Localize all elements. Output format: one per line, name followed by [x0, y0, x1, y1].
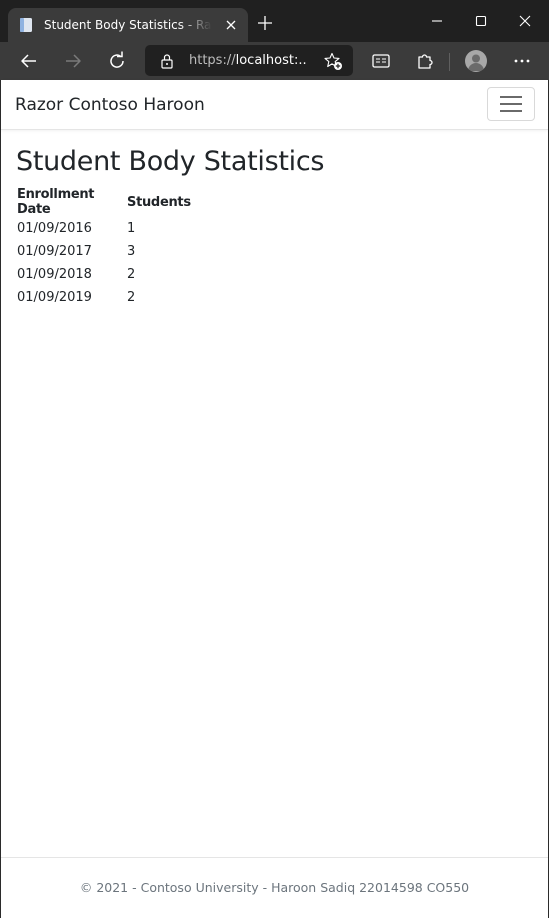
cell-enrollment-date: 01/09/2018 — [17, 267, 92, 282]
cell-enrollment-date: 01/09/2017 — [17, 244, 92, 259]
arrow-right-icon[interactable] — [63, 51, 83, 71]
window-border-left — [0, 80, 1, 918]
plus-icon[interactable] — [256, 14, 274, 32]
navbar-toggler-button[interactable] — [487, 87, 535, 121]
close-icon[interactable] — [224, 18, 238, 32]
url-text[interactable]: https://localhost:... — [189, 52, 307, 70]
header-students: Students — [127, 194, 191, 210]
cell-student-count: 1 — [127, 221, 136, 236]
more-icon[interactable] — [512, 51, 532, 71]
puzzle-icon[interactable] — [415, 51, 435, 71]
cell-student-count: 2 — [127, 267, 136, 282]
hamburger-icon — [500, 96, 522, 112]
cell-student-count: 2 — [127, 290, 136, 305]
table-header-row: Enrollment Date Students — [16, 187, 192, 217]
star-add-icon[interactable] — [323, 51, 343, 71]
footer-text: © 2021 - Contoso University - Haroon Sad… — [79, 880, 470, 895]
header-enrollment-date: Enrollment Date — [17, 187, 95, 217]
window-close-icon[interactable] — [518, 14, 532, 28]
statistics-table: Enrollment Date Students 01/09/2016 1 01… — [16, 187, 192, 309]
table-row: 01/09/2019 2 — [16, 286, 192, 309]
address-bar[interactable]: https://localhost:... — [145, 45, 353, 76]
page-title: Student Body Statistics — [16, 146, 325, 177]
arrow-left-icon[interactable] — [19, 51, 39, 71]
lock-icon[interactable] — [160, 53, 174, 69]
site-navbar: Razor Contoso Haroon — [1, 80, 548, 130]
cell-enrollment-date: 01/09/2019 — [17, 290, 92, 305]
cell-enrollment-date: 01/09/2016 — [17, 221, 92, 236]
browser-toolbar: https://localhost:... — [0, 42, 549, 80]
refresh-icon[interactable] — [107, 51, 127, 71]
page-icon — [20, 18, 32, 32]
cell-student-count: 3 — [127, 244, 136, 259]
minimize-icon[interactable] — [430, 14, 444, 28]
immersive-reader-icon[interactable] — [371, 51, 391, 71]
table-row: 01/09/2016 1 — [16, 217, 192, 240]
browser-tab-strip: Student Body Statistics - Razor Contoso … — [0, 0, 549, 42]
browser-tab[interactable]: Student Body Statistics - Razor Contoso … — [8, 8, 248, 42]
tab-title: Student Body Statistics - Razor Contoso … — [44, 18, 212, 32]
table-row: 01/09/2018 2 — [16, 263, 192, 286]
maximize-icon[interactable] — [474, 14, 488, 28]
table-row: 01/09/2017 3 — [16, 240, 192, 263]
site-footer: © 2021 - Contoso University - Haroon Sad… — [1, 857, 548, 918]
toolbar-divider — [449, 53, 450, 71]
navbar-brand[interactable]: Razor Contoso Haroon — [15, 94, 205, 116]
avatar-icon[interactable] — [465, 50, 487, 72]
